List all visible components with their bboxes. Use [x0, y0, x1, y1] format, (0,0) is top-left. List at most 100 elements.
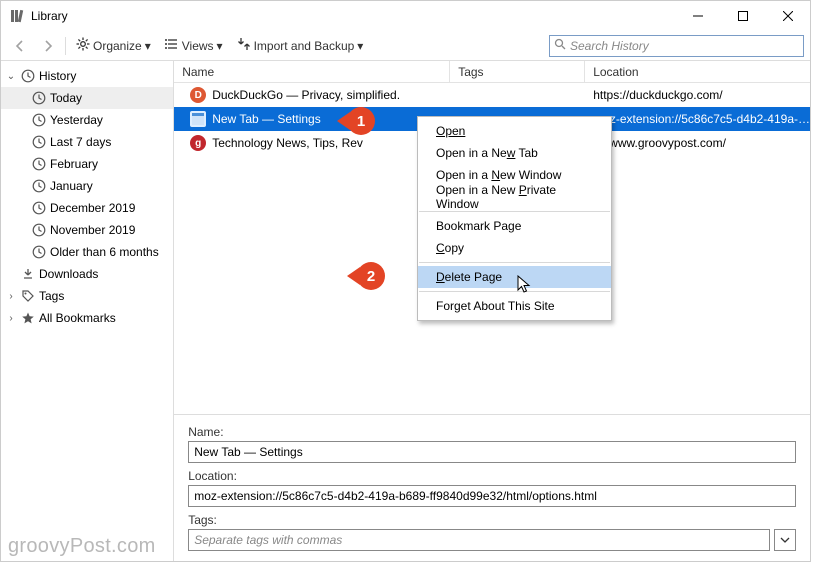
views-button[interactable]: Views ▾	[159, 34, 229, 57]
tree-label: Downloads	[39, 267, 98, 281]
tags-input[interactable]	[188, 529, 770, 551]
tree-label: February	[50, 157, 98, 171]
organize-button[interactable]: Organize ▾	[70, 34, 157, 57]
tree-item-nov19[interactable]: November 2019	[1, 219, 173, 241]
col-tags[interactable]: Tags	[450, 61, 585, 82]
history-icon	[20, 68, 36, 84]
ctx-bookmark-page[interactable]: Bookmark Page	[418, 215, 611, 237]
ctx-open-private-window[interactable]: Open in a New Private Window	[418, 186, 611, 208]
name-input[interactable]	[188, 441, 796, 463]
tree-item-today[interactable]: Today	[1, 87, 173, 109]
ctx-separator	[419, 262, 610, 263]
maximize-button[interactable]	[720, 1, 765, 31]
tree-label: All Bookmarks	[39, 311, 116, 325]
details-pane: Name: Location: Tags:	[174, 414, 810, 561]
tree-label: Yesterday	[50, 113, 103, 127]
ctx-separator	[419, 211, 610, 212]
window-title: Library	[31, 9, 675, 23]
tags-dropdown-button[interactable]	[774, 529, 796, 551]
clock-icon	[31, 244, 47, 260]
name-label: Name:	[188, 425, 796, 439]
import-backup-button[interactable]: Import and Backup ▾	[231, 34, 370, 57]
tree-label: December 2019	[50, 201, 135, 215]
row-title: Technology News, Tips, Rev	[212, 136, 363, 150]
clock-icon	[31, 178, 47, 194]
annotation-badge-1: 1	[347, 107, 375, 135]
tree-tags[interactable]: › Tags	[1, 285, 173, 307]
tree-label: November 2019	[50, 223, 135, 237]
forward-button[interactable]	[35, 36, 61, 56]
chevron-down-icon: ▾	[145, 39, 151, 53]
clock-icon	[31, 156, 47, 172]
tree-history[interactable]: ⌄ History	[1, 65, 173, 87]
clock-icon	[31, 134, 47, 150]
cursor-icon	[517, 275, 531, 298]
titlebar: Library	[1, 1, 810, 31]
tree-label: January	[50, 179, 93, 193]
row-location: https://duckduckgo.com/	[585, 88, 810, 102]
organize-label: Organize	[93, 39, 142, 53]
ctx-separator	[419, 291, 610, 292]
clock-icon	[31, 222, 47, 238]
search-box[interactable]	[549, 35, 804, 57]
chevron-down-icon: ▾	[217, 39, 223, 53]
chevron-right-icon: ›	[5, 291, 17, 302]
ctx-copy[interactable]: Copy	[418, 237, 611, 259]
tree-item-yesterday[interactable]: Yesterday	[1, 109, 173, 131]
tree-label: History	[39, 69, 76, 83]
tree-label: Tags	[39, 289, 64, 303]
history-row[interactable]: D DuckDuckGo — Privacy, simplified. https…	[174, 83, 810, 107]
favicon-gp: g	[190, 135, 206, 151]
ctx-forget-site[interactable]: Forget About This Site	[418, 295, 611, 317]
row-location: moz-extension://5c86c7c5-d4b2-419a-…	[585, 112, 810, 126]
tree-label: Today	[50, 91, 82, 105]
ctx-open[interactable]: Open	[418, 120, 611, 142]
back-button[interactable]	[7, 36, 33, 56]
search-input[interactable]	[570, 39, 799, 53]
chevron-down-icon: ⌄	[5, 71, 17, 82]
clock-icon	[31, 200, 47, 216]
ctx-open-new-tab[interactable]: Open in a New Tab	[418, 142, 611, 164]
clock-icon	[31, 112, 47, 128]
list-icon	[165, 37, 179, 54]
chevron-down-icon: ▾	[357, 39, 363, 53]
tree-downloads[interactable]: Downloads	[1, 263, 173, 285]
tag-icon	[20, 288, 36, 304]
col-location[interactable]: Location	[585, 61, 810, 82]
tree-item-last7[interactable]: Last 7 days	[1, 131, 173, 153]
import-label: Import and Backup	[254, 39, 355, 53]
location-input[interactable]	[188, 485, 796, 507]
minimize-button[interactable]	[675, 1, 720, 31]
tree-item-dec19[interactable]: December 2019	[1, 197, 173, 219]
tree-item-older[interactable]: Older than 6 months	[1, 241, 173, 263]
clock-icon	[31, 90, 47, 106]
import-icon	[237, 37, 251, 54]
location-label: Location:	[188, 469, 796, 483]
row-title: DuckDuckGo — Privacy, simplified.	[212, 88, 400, 102]
separator	[65, 37, 66, 55]
tree-label: Last 7 days	[50, 135, 111, 149]
row-title: New Tab — Settings	[212, 112, 321, 126]
column-headers: Name Tags Location	[174, 61, 810, 83]
star-icon	[20, 310, 36, 326]
app-icon	[9, 8, 25, 24]
tree-item-feb[interactable]: February	[1, 153, 173, 175]
annotation-badge-2: 2	[357, 262, 385, 290]
favicon-ddg: D	[190, 87, 206, 103]
tree-bookmarks[interactable]: › All Bookmarks	[1, 307, 173, 329]
views-label: Views	[182, 39, 214, 53]
tree-label: Older than 6 months	[50, 245, 159, 259]
download-icon	[20, 266, 36, 282]
ctx-delete-page[interactable]: Delete Page	[418, 266, 611, 288]
watermark: groovyPost.com	[8, 535, 156, 558]
sidebar: ⌄ History Today Yesterday Last 7 days Fe…	[1, 61, 174, 561]
gear-icon	[76, 37, 90, 54]
col-name[interactable]: Name	[174, 61, 450, 82]
chevron-right-icon: ›	[5, 313, 17, 324]
favicon-newtab	[190, 111, 206, 127]
toolbar: Organize ▾ Views ▾ Import and Backup ▾	[1, 31, 810, 61]
body: ⌄ History Today Yesterday Last 7 days Fe…	[1, 61, 810, 561]
tags-label: Tags:	[188, 513, 796, 527]
close-button[interactable]	[765, 1, 810, 31]
tree-item-jan[interactable]: January	[1, 175, 173, 197]
